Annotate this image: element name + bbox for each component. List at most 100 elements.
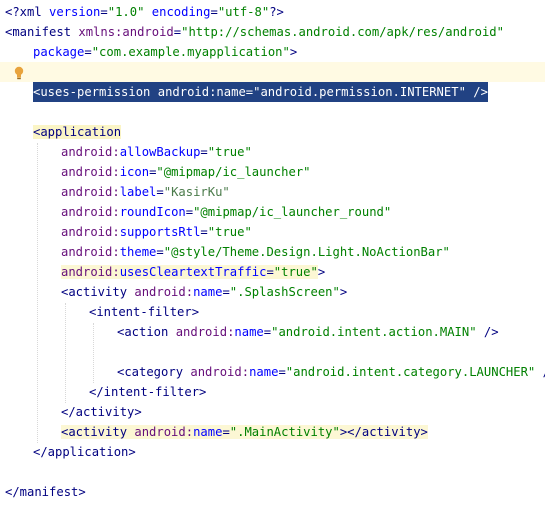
code-token: = <box>210 5 218 19</box>
code-token: </activity> <box>61 405 142 419</box>
code-line[interactable]: android:label="KasirKu" <box>0 182 545 202</box>
code-token: = <box>200 225 208 239</box>
code-line-content: android:label="KasirKu" <box>61 182 230 202</box>
code-token: = <box>84 45 92 59</box>
code-line[interactable]: </manifest> <box>0 482 545 502</box>
code-token: <manifest <box>5 25 79 39</box>
code-line[interactable]: <category android:name="android.intent.c… <box>0 362 545 382</box>
code-line[interactable]: <activity android:name=".MainActivity"><… <box>0 422 545 442</box>
code-line[interactable]: android:roundIcon="@mipmap/ic_launcher_r… <box>0 202 545 222</box>
code-token: "android.intent.category.LAUNCHER" <box>285 365 536 379</box>
code-token: roundIcon <box>119 205 186 219</box>
code-line[interactable]: </application> <box>0 442 545 462</box>
code-line[interactable] <box>0 102 545 122</box>
code-token: = <box>100 5 108 19</box>
code-token: > <box>317 265 326 279</box>
code-token: > <box>289 45 298 59</box>
code-token: </application> <box>33 445 136 459</box>
code-token: name <box>193 285 223 299</box>
code-line-content: android:allowBackup="true" <box>61 142 252 162</box>
code-token: "utf-8" <box>217 5 270 19</box>
code-token: = <box>185 205 194 219</box>
code-line-content: <manifest xmlns:android="http://schemas.… <box>5 22 504 42</box>
code-line-content: </manifest> <box>5 482 86 502</box>
code-token: "android.intent.action.MAIN" <box>271 325 477 339</box>
code-line[interactable]: android:allowBackup="true" <box>0 142 545 162</box>
code-token: package <box>33 45 85 59</box>
code-line[interactable]: </activity> <box>0 402 545 422</box>
code-token: <activity <box>61 425 135 439</box>
code-token: version <box>49 5 101 19</box>
code-editor[interactable]: <?xml version="1.0" encoding="utf-8"?> <m… <box>0 0 545 508</box>
code-line-content: <activity android:name=".SplashScreen"> <box>61 282 347 302</box>
code-line[interactable]: android:theme="@style/Theme.Design.Light… <box>0 242 545 262</box>
code-token: </manifest> <box>5 485 86 499</box>
code-token: icon <box>119 165 150 179</box>
code-token: android: <box>61 185 120 199</box>
code-line[interactable]: <manifest xmlns:android="http://schemas.… <box>0 22 545 42</box>
code-line-content: <uses-permission android:name="android.p… <box>33 82 488 102</box>
code-line-content: </activity> <box>61 402 142 422</box>
code-token: allowBackup <box>119 145 201 159</box>
code-line[interactable]: <activity android:name=".SplashScreen"> <box>0 282 545 302</box>
code-token: usesCleartextTraffic <box>119 265 267 279</box>
code-token: android: <box>61 245 120 259</box>
code-token: name <box>193 425 223 439</box>
code-token: = <box>278 365 286 379</box>
code-line-content: <application <box>33 122 122 142</box>
code-token: "KasirKu" <box>163 185 230 199</box>
code-token: <?xml <box>5 5 50 19</box>
code-token: <uses-permission android:name="android.p… <box>33 85 488 99</box>
code-token: android: <box>190 365 250 379</box>
code-token: name <box>234 325 264 339</box>
code-line[interactable]: android:icon="@mipmap/ic_launcher" <box>0 162 545 182</box>
code-token: android: <box>61 225 120 239</box>
code-line[interactable]: android:supportsRtl="true" <box>0 222 545 242</box>
code-line[interactable] <box>0 342 545 362</box>
code-token: ".MainActivity" <box>229 425 340 439</box>
code-line-content: android:roundIcon="@mipmap/ic_launcher_r… <box>61 202 391 222</box>
code-line-content: <category android:name="android.intent.c… <box>117 362 545 382</box>
code-line-content: <activity android:name=".MainActivity"><… <box>61 422 428 442</box>
code-line-content: <intent-filter> <box>89 302 199 322</box>
code-line[interactable]: <action android:name="android.intent.act… <box>0 322 545 342</box>
code-token: "1.0" <box>107 5 145 19</box>
code-token: "true" <box>207 145 252 159</box>
code-line-content: package="com.example.myapplication"> <box>33 42 297 62</box>
code-token: = <box>263 325 272 339</box>
code-token: android: <box>175 325 235 339</box>
code-line-content: android:supportsRtl="true" <box>61 222 252 242</box>
code-line[interactable] <box>0 462 545 482</box>
code-line[interactable]: <uses-permission android:name="android.p… <box>0 82 545 102</box>
code-token: name <box>249 365 279 379</box>
code-token: = <box>173 25 182 39</box>
code-token: android: <box>61 265 120 279</box>
code-line[interactable]: <application <box>0 122 545 142</box>
code-token: android: <box>61 165 120 179</box>
code-token: "com.example.myapplication" <box>91 45 290 59</box>
code-token: encoding <box>151 5 211 19</box>
code-token: "true" <box>207 225 252 239</box>
code-token: supportsRtl <box>119 225 201 239</box>
code-token: "true" <box>273 265 318 279</box>
code-line[interactable]: <intent-filter> <box>0 302 545 322</box>
code-token: = <box>200 145 208 159</box>
code-token: <action <box>117 325 176 339</box>
code-line[interactable]: <?xml version="1.0" encoding="utf-8"?> <box>0 2 545 22</box>
lightbulb-icon[interactable] <box>14 66 24 80</box>
code-line[interactable] <box>0 62 545 82</box>
code-line[interactable]: </intent-filter> <box>0 382 545 402</box>
code-line[interactable]: package="com.example.myapplication"> <box>0 42 545 62</box>
code-token: theme <box>119 245 157 259</box>
code-token: application <box>40 125 122 139</box>
code-token: android: <box>61 145 120 159</box>
code-token: "@mipmap/ic_launcher" <box>156 165 311 179</box>
code-token: = <box>222 425 230 439</box>
code-line-content: </application> <box>33 442 136 462</box>
code-token: ></activity> <box>339 425 428 439</box>
code-token: android: <box>134 285 194 299</box>
code-token: > <box>339 285 348 299</box>
code-token: = <box>222 285 230 299</box>
code-line[interactable]: android:usesCleartextTraffic="true"> <box>0 262 545 282</box>
